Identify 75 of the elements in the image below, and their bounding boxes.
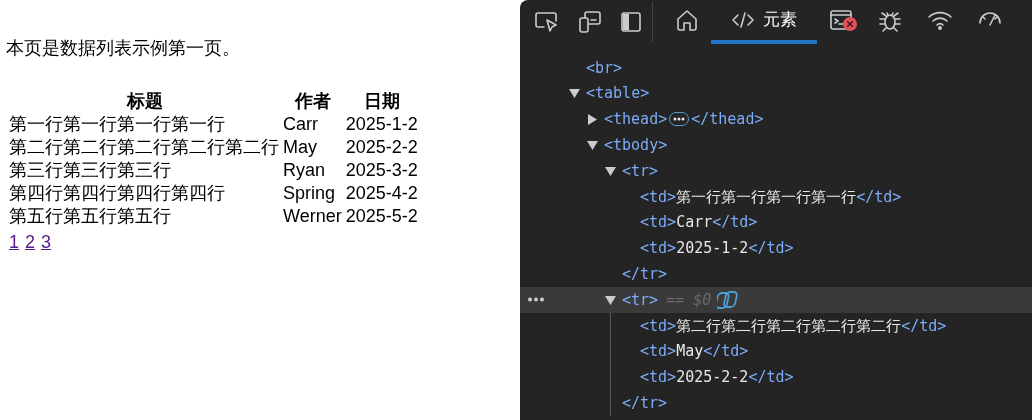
tag-text: <td> [640,341,677,363]
inspect-icon[interactable] [534,11,560,33]
dom-node-row[interactable]: <td>第二行第二行第二行第二行第二行</td> [520,312,1032,339]
dom-node-row[interactable]: <td>Carr</td> [520,209,1032,236]
table-cell-text: Carr [283,113,319,136]
dom-node-row[interactable]: <table> [520,80,1032,107]
tag-text: </td> [703,341,749,363]
tag-text: <td> [640,238,677,260]
ai-assist-icon[interactable] [717,290,740,311]
table-cell: 2025-4-2 [345,182,419,205]
table-cell-text: Ryan [283,159,327,182]
node-text: 2025-2-2 [676,367,749,389]
table-cell: 2025-2-2 [345,136,419,159]
code-icon [731,11,755,29]
dom-node-row[interactable]: <td>May</td> [520,338,1032,365]
tag-text: <table> [586,83,650,105]
dom-node-row[interactable]: <td>第一行第一行第一行第一行</td> [520,184,1032,210]
table-cell-text: 第四行第四行第四行第四行 [9,182,226,205]
page-link[interactable]: 1 [9,229,19,256]
table-cell: 2025-5-2 [345,205,419,228]
tag-text: </tr> [622,393,668,414]
column-header: 日期 [363,90,402,113]
tag-text: <tr> [622,160,659,182]
tag-text: <thead> [604,109,668,131]
dom-node-row[interactable]: <br> [520,55,1032,81]
page-link[interactable]: 3 [41,229,52,256]
tag-text: </td> [856,186,902,208]
table-cell-text: Spring [283,182,337,205]
column-header: 标题 [125,90,164,113]
collapse-triangle-icon[interactable] [586,139,598,152]
home-icon [675,8,699,32]
tag-text: <td> [640,367,677,389]
tag-text: </td> [748,367,794,389]
dom-node-row[interactable]: <td>2025-1-2</td> [520,235,1032,262]
node-text: 第二行第二行第二行第二行第二行 [676,315,902,337]
node-text: 2025-1-2 [676,238,749,260]
intro-paragraph: 本页是数据列表示例第一页。 [6,37,241,60]
table-cell-text: 第三行第三行第三行 [9,159,172,182]
more-dots-icon[interactable] [528,297,544,303]
column-header: 作者 [293,90,332,113]
tag-text: <tbody> [604,135,668,157]
tag-text: <tr> [622,289,659,311]
node-text: Carr [676,212,713,234]
dock-icon[interactable] [620,11,642,33]
tag-text: </thead> [691,109,764,131]
tag-text: <td> [640,212,677,234]
table-cell: 第二行第二行第二行第二行第二行 [9,136,280,159]
table-cell-text: 第一行第一行第一行第一行 [9,113,226,136]
tag-text: </tr> [622,264,668,285]
page-link[interactable]: 2 [25,229,36,256]
node-text: May [676,341,704,363]
table-cell-text: May [283,136,318,159]
tag-text: <td> [640,186,677,208]
console-icon [829,9,853,31]
elements-tab[interactable]: 元素 [711,0,817,44]
expand-triangle-icon[interactable] [586,113,598,126]
collapse-triangle-icon[interactable] [568,87,580,100]
dom-node-row[interactable]: <td>2025-2-2</td> [520,364,1032,391]
collapse-triangle-icon[interactable] [604,294,616,307]
table-cell-text: 第五行第五行第五行 [9,205,172,228]
wifi-icon [927,9,953,31]
tag-text: <br> [586,57,623,79]
tag-text: </td> [901,315,947,337]
tag-text: <td> [640,315,677,337]
table-cell: 2025-1-2 [345,113,419,136]
table-cell: Werner [283,205,343,228]
tag-text: </td> [748,238,794,260]
tag-text: </td> [712,212,758,234]
dom-node-row[interactable]: <thead> </thead> [520,106,1032,133]
dom-node-row[interactable]: <tr> [520,158,1032,184]
device-icon[interactable] [578,10,602,34]
table-cell: 2025-3-2 [345,159,419,182]
node-text: 第一行第一行第一行第一行 [676,186,857,208]
dom-node-row[interactable]: <tbody> [520,132,1032,159]
collapse-triangle-icon[interactable] [604,165,616,178]
